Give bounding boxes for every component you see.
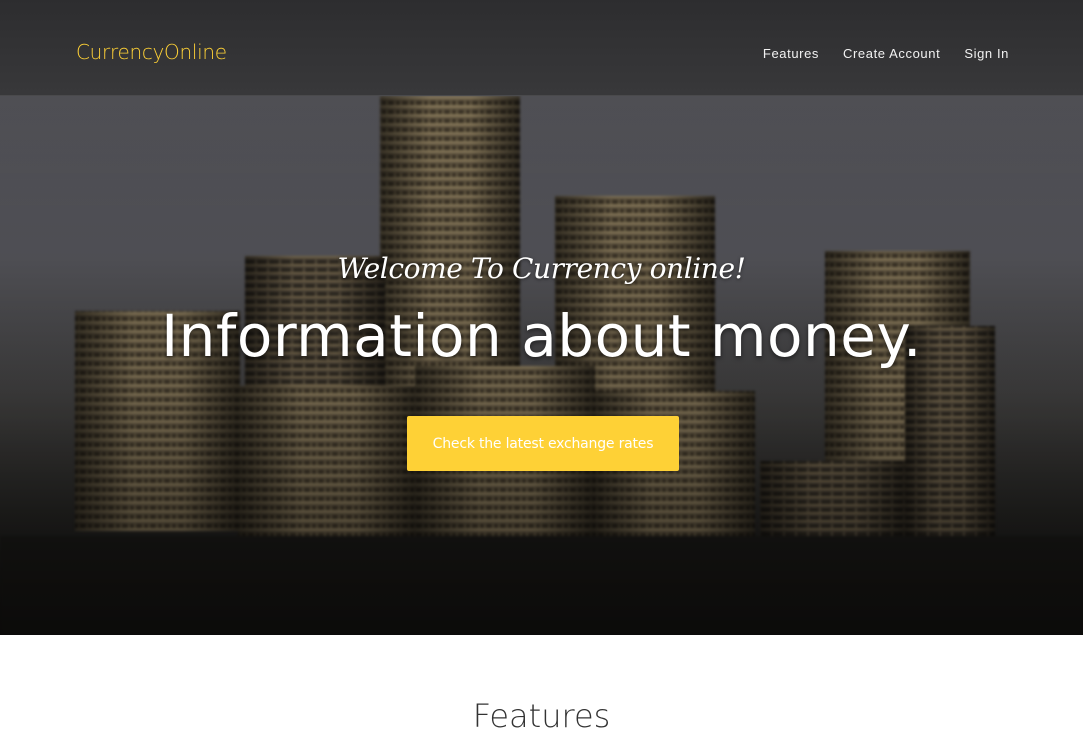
hero-heading: Information about money.: [161, 302, 922, 370]
brand-logo[interactable]: CurrencyOnline: [76, 40, 227, 64]
hero-welcome-text: Welcome To Currency online!: [337, 252, 746, 285]
hero-content: Welcome To Currency online! Information …: [0, 96, 1083, 635]
exchange-rates-button[interactable]: Check the latest exchange rates: [407, 416, 679, 471]
features-heading: Features: [472, 697, 611, 735]
features-section: Features: [0, 635, 1083, 756]
navbar: CurrencyOnline Features Create Account S…: [0, 0, 1083, 96]
nav-link-features[interactable]: Features: [763, 46, 819, 61]
nav-links: Features Create Account Sign In: [763, 46, 1009, 61]
nav-link-create-account[interactable]: Create Account: [843, 46, 940, 61]
hero-section: Welcome To Currency online! Information …: [0, 96, 1083, 635]
nav-link-sign-in[interactable]: Sign In: [964, 46, 1009, 61]
